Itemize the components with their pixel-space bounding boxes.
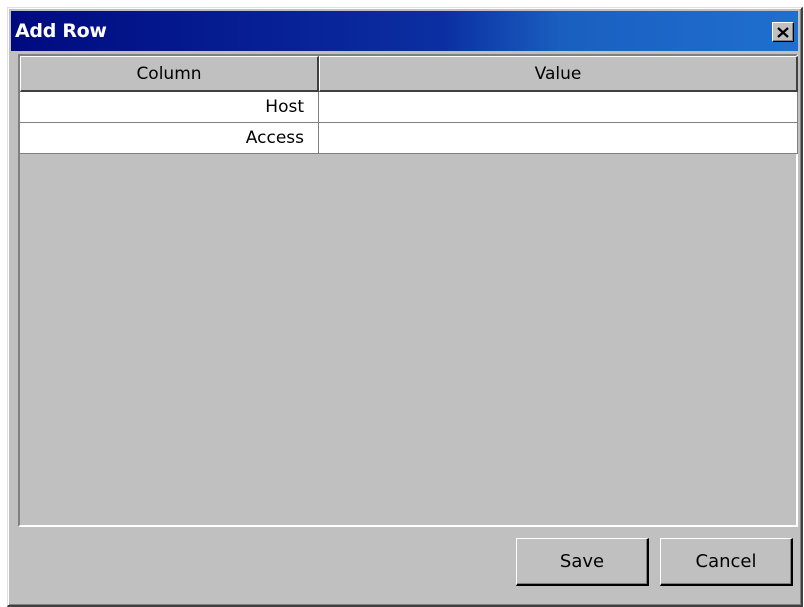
column-header-column[interactable]: Column — [20, 56, 319, 92]
dialog-title: Add Row — [15, 20, 107, 42]
title-bar[interactable]: Add Row — [11, 11, 798, 51]
save-button[interactable]: Save — [516, 538, 649, 586]
column-header-value[interactable]: Value — [319, 56, 798, 92]
grid-header: Column Value — [20, 56, 798, 92]
cancel-button[interactable]: Cancel — [660, 538, 793, 586]
value-cell-input[interactable] — [319, 92, 798, 123]
data-grid[interactable]: Column Value Host Access — [18, 54, 798, 527]
table-row[interactable]: Access — [20, 123, 798, 154]
close-button[interactable] — [772, 22, 794, 42]
value-cell-input[interactable] — [319, 123, 798, 154]
add-row-dialog: Add Row Column Value Host Access Save Ca… — [7, 7, 803, 607]
row-label-cell: Host — [20, 92, 319, 123]
row-label-cell: Access — [20, 123, 319, 154]
close-icon — [777, 26, 789, 38]
table-row[interactable]: Host — [20, 92, 798, 123]
